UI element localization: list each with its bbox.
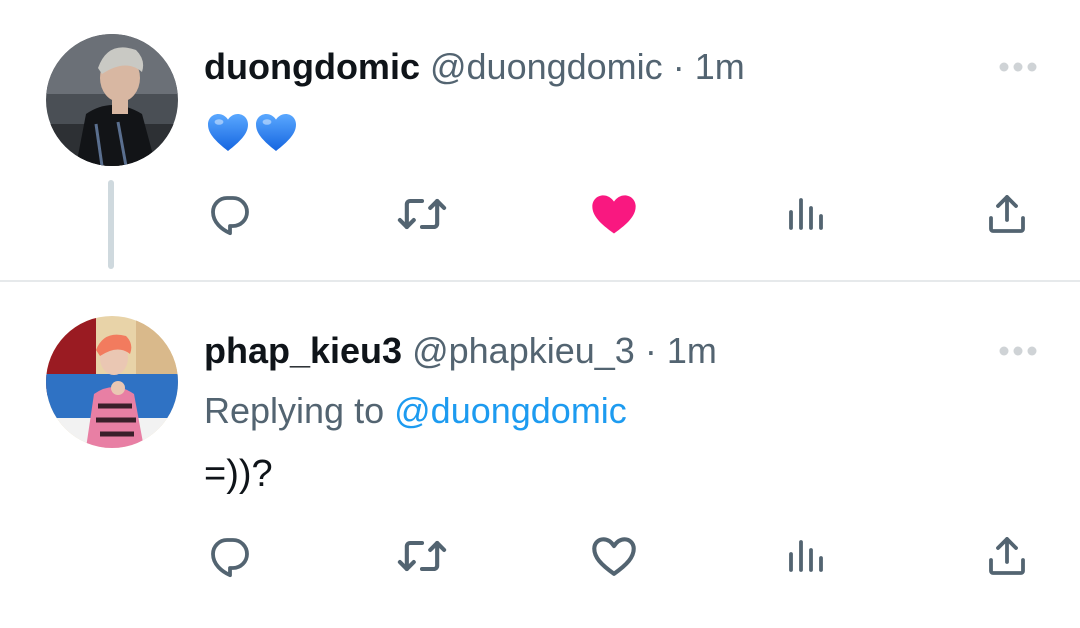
retweet-button[interactable] [394, 528, 450, 584]
share-upload-icon [989, 537, 1025, 575]
display-name[interactable]: phap_kieu3 [204, 330, 402, 371]
separator-dot: · [672, 46, 685, 87]
like-button[interactable] [586, 186, 642, 242]
replying-to-handle-link[interactable]: @duongdomic [394, 390, 627, 431]
tweet[interactable]: duongdomic @duongdomic · 1m [0, 0, 1080, 281]
avatar[interactable] [46, 316, 178, 448]
reply-button[interactable] [202, 186, 258, 242]
like-button[interactable] [586, 528, 642, 584]
retweet-arrows-icon [397, 540, 447, 572]
views-button[interactable] [779, 528, 835, 584]
reply-button[interactable] [202, 528, 258, 584]
avatar[interactable] [46, 34, 178, 166]
more-options-icon[interactable] [998, 60, 1038, 74]
tweet-body [204, 108, 300, 166]
user-handle[interactable]: @duongdomic [430, 46, 663, 87]
tweet-header: duongdomic @duongdomic · 1m [204, 46, 745, 88]
more-options-icon[interactable] [998, 344, 1038, 358]
blue-heart-emoji [204, 108, 252, 166]
heart-outline-icon [592, 537, 636, 576]
blue-heart-emoji [252, 108, 300, 166]
action-bar [0, 528, 1080, 584]
retweet-button[interactable] [394, 186, 450, 242]
bar-chart-icon [789, 198, 823, 230]
speech-bubble-icon [211, 196, 249, 236]
replying-to: Replying to @duongdomic [204, 390, 627, 432]
tweet[interactable]: phap_kieu3 @phapkieu_3 · 1m Replying to … [0, 282, 1080, 628]
display-name[interactable]: duongdomic [204, 46, 420, 87]
share-upload-icon [989, 195, 1025, 233]
user-handle[interactable]: @phapkieu_3 [412, 330, 635, 371]
share-button[interactable] [979, 186, 1035, 242]
heart-filled-icon [592, 195, 636, 234]
views-button[interactable] [779, 186, 835, 242]
timestamp[interactable]: 1m [695, 46, 745, 87]
action-bar [0, 186, 1080, 242]
tweet-body: =))? [204, 453, 273, 495]
tweet-header: phap_kieu3 @phapkieu_3 · 1m [204, 330, 717, 372]
bar-chart-icon [789, 540, 823, 572]
timestamp[interactable]: 1m [667, 330, 717, 371]
retweet-arrows-icon [397, 198, 447, 230]
replying-to-label: Replying to [204, 390, 385, 431]
speech-bubble-icon [211, 538, 249, 578]
share-button[interactable] [979, 528, 1035, 584]
separator-dot: · [644, 330, 657, 371]
